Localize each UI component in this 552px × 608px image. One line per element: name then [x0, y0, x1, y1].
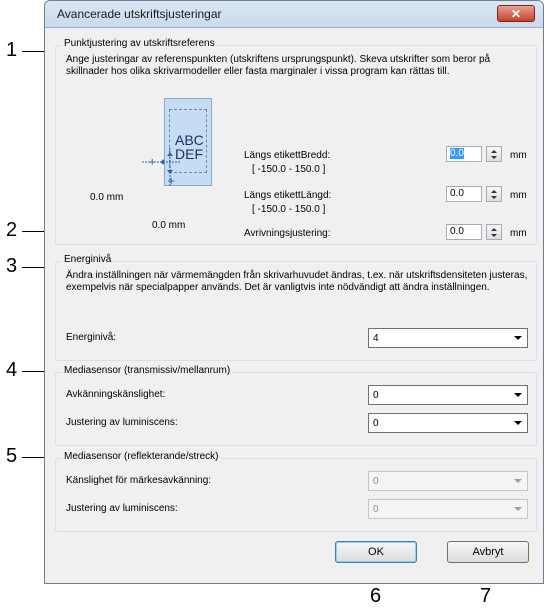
length-adjust-spinner[interactable]	[486, 186, 502, 202]
print-reference-group-label: Punktjustering av utskriftsreferens	[62, 38, 217, 49]
callout-2: 2	[6, 219, 18, 241]
close-button[interactable]: ✕	[497, 5, 535, 22]
energy-group: Energinivå Ändra inställningen när värme…	[55, 254, 537, 361]
transmissive-sensitivity-select[interactable]: 0	[368, 385, 528, 405]
tear-adjust-input[interactable]: 0.0	[446, 224, 482, 240]
transmissive-luminance-label: Justering av luminiscens:	[66, 417, 178, 428]
dropdown-arrow-icon	[514, 336, 522, 340]
reflective-luminance-value: 0	[373, 504, 379, 515]
title-bar[interactable]: Avancerade utskriftsjusteringar ✕	[45, 1, 543, 28]
label-preview-text-1: ABC	[175, 132, 204, 148]
callout-4: 4	[6, 359, 18, 381]
width-range-label: [ -150.0 - 150.0 ]	[252, 164, 326, 175]
length-adjust-label: Längs etikettLängd:	[244, 190, 332, 201]
transmissive-sensitivity-label: Avkänningskänslighet:	[66, 389, 166, 400]
tear-adjust-spinner[interactable]	[486, 224, 502, 240]
transmissive-sensitivity-value: 0	[373, 390, 379, 401]
dialog-window: Avancerade utskriftsjusteringar ✕ Punktj…	[44, 0, 544, 584]
origin-arrows-icon: + +	[142, 148, 180, 187]
length-adjust-input[interactable]: 0.0	[446, 186, 482, 202]
length-range-label: [ -150.0 - 150.0 ]	[252, 204, 326, 215]
media-transmissive-group-label: Mediasensor (transmissiv/mellanrum)	[62, 365, 233, 376]
close-icon: ✕	[510, 7, 522, 21]
reflective-sensitivity-value: 0	[373, 476, 379, 487]
preview-x-offset-label: 0.0 mm	[90, 192, 124, 203]
width-unit-label: mm	[510, 150, 527, 161]
callout-3: 3	[6, 255, 18, 277]
tear-adjust-label: Avrivningsjustering:	[244, 228, 331, 239]
width-adjust-spinner[interactable]	[486, 146, 502, 162]
reflective-luminance-select: 0	[368, 499, 528, 519]
ok-button[interactable]: OK	[335, 541, 417, 563]
length-unit-label: mm	[510, 190, 527, 201]
energy-select[interactable]: 4	[368, 328, 528, 348]
energy-field-label: Energinivå:	[66, 332, 117, 343]
spin-down-icon[interactable]	[491, 196, 497, 199]
spin-up-icon[interactable]	[491, 228, 497, 231]
spin-up-icon[interactable]	[491, 190, 497, 193]
tear-unit-label: mm	[510, 228, 527, 239]
width-adjust-label: Längs etikettBredd:	[244, 150, 331, 161]
reflective-luminance-label: Justering av luminiscens:	[66, 503, 178, 514]
print-reference-description: Ange justeringar av referenspunkten (uts…	[66, 54, 491, 77]
cancel-button[interactable]: Avbryt	[447, 541, 529, 563]
media-transmissive-group: Mediasensor (transmissiv/mellanrum) Avkä…	[55, 365, 537, 446]
energy-select-value: 4	[373, 333, 379, 344]
dropdown-arrow-icon	[514, 393, 522, 397]
callout-1: 1	[6, 39, 18, 61]
energy-group-label: Energinivå	[62, 254, 114, 265]
transmissive-luminance-select[interactable]: 0	[368, 413, 528, 433]
reflective-sensitivity-label: Känslighet för märkesavkänning:	[66, 475, 212, 486]
callout-6: 6	[370, 585, 382, 607]
spin-up-icon[interactable]	[491, 150, 497, 153]
media-reflective-group: Mediasensor (reflekterande/streck) Känsl…	[55, 451, 537, 532]
width-adjust-value: 0.0	[450, 148, 464, 159]
dropdown-arrow-icon	[514, 507, 522, 511]
svg-text:+: +	[167, 176, 175, 187]
svg-text:+: +	[148, 157, 156, 168]
spin-down-icon[interactable]	[491, 234, 497, 237]
dialog-title: Avancerade utskriftsjusteringar	[57, 7, 222, 21]
dropdown-arrow-icon	[514, 421, 522, 425]
length-adjust-value: 0.0	[450, 188, 464, 199]
print-reference-group: Punktjustering av utskriftsreferens Ange…	[55, 38, 537, 245]
callout-7: 7	[480, 585, 492, 607]
reflective-sensitivity-select: 0	[368, 471, 528, 491]
tear-adjust-value: 0.0	[450, 226, 464, 237]
transmissive-luminance-value: 0	[373, 418, 379, 429]
energy-description: Ändra inställningen när värmemängden frå…	[66, 270, 528, 293]
media-reflective-group-label: Mediasensor (reflekterande/streck)	[62, 451, 221, 462]
preview-y-offset-label: 0.0 mm	[152, 220, 186, 231]
callout-5: 5	[6, 445, 18, 467]
width-adjust-input[interactable]: 0.0	[446, 146, 482, 162]
spin-down-icon[interactable]	[491, 156, 497, 159]
dropdown-arrow-icon	[514, 479, 522, 483]
